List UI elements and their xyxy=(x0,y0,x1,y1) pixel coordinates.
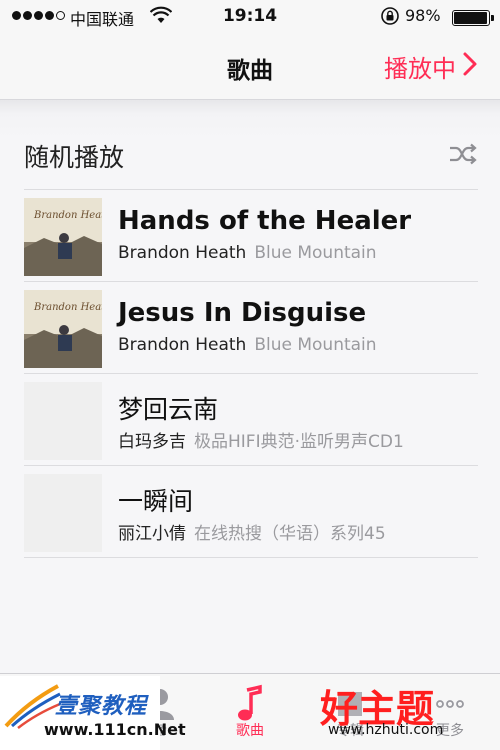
song-subtitle: 白玛多吉 极品HIFI典范·监听男声CD1 xyxy=(118,427,404,452)
watermark-left: 壹聚教程 www.111cn.Net xyxy=(0,676,186,750)
song-subtitle: Brandon Heath Blue Mountain xyxy=(118,243,377,263)
song-title: 梦回云南 xyxy=(118,395,219,424)
battery-icon xyxy=(452,10,490,26)
album-name: Blue Mountain xyxy=(254,335,377,355)
rotation-lock-icon xyxy=(380,6,400,31)
music-note-icon xyxy=(230,684,270,724)
song-row[interactable]: Brandon Heath Jesus In Disguise Brandon … xyxy=(0,282,500,374)
song-list-container[interactable]: 随机播放 Brandon Heath Hands of the Healer B… xyxy=(0,100,500,673)
now-playing-label: 播放中 xyxy=(384,55,456,83)
watermark-left-url: www.111cn.Net xyxy=(44,720,186,739)
song-row[interactable]: Brandon Heath Hands of the Healer Brando… xyxy=(0,190,500,282)
artist-name: 白玛多吉 xyxy=(118,432,186,452)
shuffle-label: 随机播放 xyxy=(24,142,125,172)
album-artwork-placeholder xyxy=(24,474,102,552)
chevron-right-icon xyxy=(462,51,478,83)
tab-label: 歌曲 xyxy=(236,723,264,739)
album-artwork: Brandon Heath xyxy=(24,198,102,276)
song-title: Hands of the Healer xyxy=(118,206,412,236)
song-title: 一瞬间 xyxy=(118,487,194,516)
song-title: Jesus In Disguise xyxy=(118,298,367,328)
svg-text:Brandon Heath: Brandon Heath xyxy=(33,302,102,313)
album-artwork: Brandon Heath xyxy=(24,290,102,368)
svg-text:Brandon Heath: Brandon Heath xyxy=(33,210,102,221)
song-subtitle: 丽江小倩 在线热搜（华语）系列45 xyxy=(118,519,386,544)
now-playing-button[interactable]: 播放中 xyxy=(384,49,478,84)
shuffle-icon xyxy=(448,143,478,169)
album-name: 在线热搜（华语）系列45 xyxy=(194,524,386,544)
song-row[interactable]: 一瞬间 丽江小倩 在线热搜（华语）系列45 xyxy=(0,466,500,558)
tab-songs[interactable]: 歌曲 xyxy=(200,678,300,748)
artist-name: Brandon Heath xyxy=(118,243,247,263)
album-name: Blue Mountain xyxy=(254,243,377,263)
album-name: 极品HIFI典范·监听男声CD1 xyxy=(194,432,404,452)
song-list: Brandon Heath Hands of the Healer Brando… xyxy=(0,190,500,558)
navigation-bar: 歌曲 播放中 xyxy=(0,34,500,100)
status-bar: 中国联通 19:14 98% xyxy=(0,0,500,34)
artist-name: 丽江小倩 xyxy=(118,524,186,544)
song-subtitle: Brandon Heath Blue Mountain xyxy=(118,335,377,355)
artist-name: Brandon Heath xyxy=(118,335,247,355)
watermark-right-url: www.hzhuti.com xyxy=(328,722,444,738)
album-artwork-placeholder xyxy=(24,382,102,460)
watermark-left-text: 壹聚教程 xyxy=(55,694,148,719)
shuffle-all-button[interactable]: 随机播放 xyxy=(24,130,478,190)
battery-percent: 98% xyxy=(405,6,441,25)
watermark-right: 好主题 www.hzhuti.com xyxy=(320,676,500,750)
song-row[interactable]: 梦回云南 白玛多吉 极品HIFI典范·监听男声CD1 xyxy=(0,374,500,466)
